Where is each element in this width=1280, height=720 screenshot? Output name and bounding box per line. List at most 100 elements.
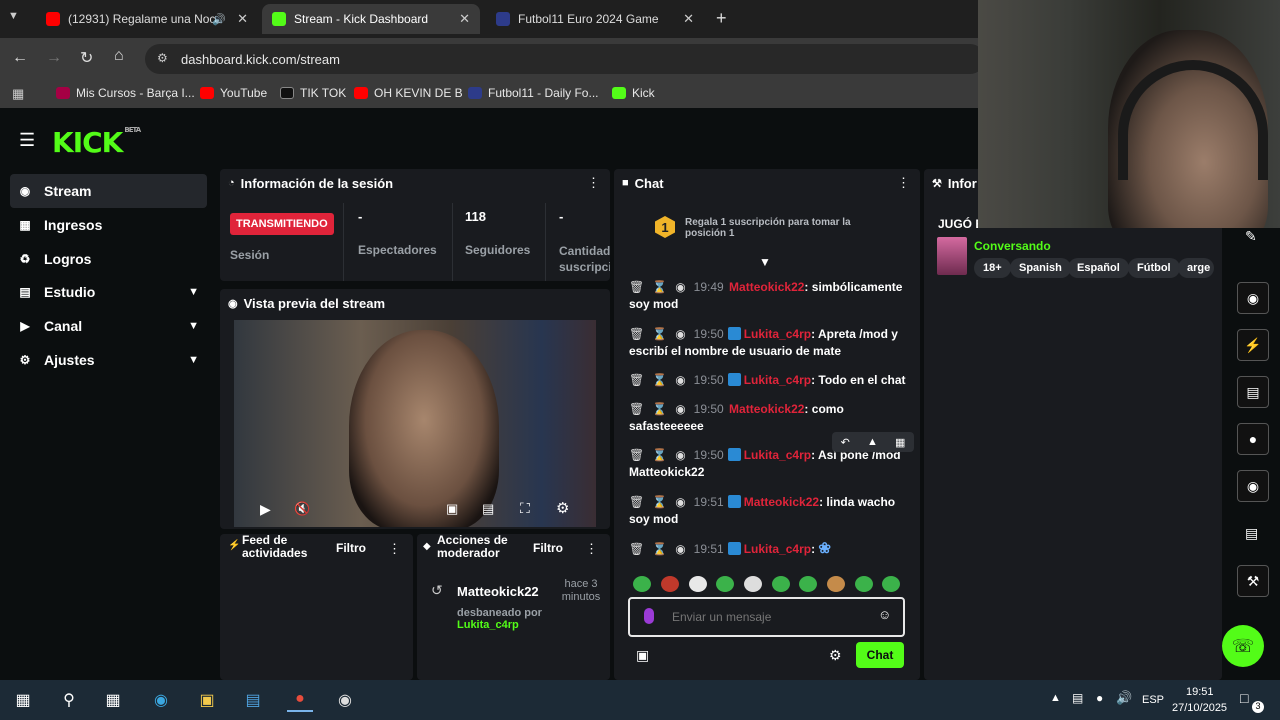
category-link[interactable]: Conversando (974, 239, 1051, 253)
timeout-icon[interactable]: ⌛ (652, 495, 667, 509)
kick-logo[interactable]: KICK BETA (52, 126, 141, 159)
emote-icon[interactable] (882, 576, 900, 592)
emote-icon[interactable] (855, 576, 873, 592)
sidebar-item-ingresos[interactable]: ▦ Ingresos (10, 208, 207, 242)
edge-icon[interactable]: ◉ (148, 688, 174, 712)
layout-icon[interactable]: ▤ (1245, 525, 1258, 542)
video-preview[interactable] (234, 320, 596, 527)
timeout-icon[interactable]: ⌛ (652, 542, 667, 556)
apps-icon[interactable]: ▦ (12, 86, 24, 102)
timeout-icon[interactable]: ⌛ (652, 280, 667, 294)
timeout-icon[interactable]: ⌛ (652, 448, 667, 462)
gift-sub-promo[interactable]: Regala 1 suscripción para tomar la posic… (685, 217, 865, 239)
ban-icon[interactable]: ◉ (675, 373, 685, 387)
language-indicator[interactable]: ESP (1142, 694, 1164, 706)
close-tab-icon[interactable]: ✕ (459, 11, 470, 27)
send-chat-button[interactable]: Chat (856, 642, 904, 668)
delete-icon[interactable]: 🗑 (629, 542, 644, 556)
filter-button[interactable]: Filtro (336, 541, 366, 555)
tab-youtube[interactable]: (12931) Regalame una Noc 🔊 ✕ (36, 4, 258, 34)
kebab-menu-icon[interactable]: ⋮ (897, 175, 910, 191)
windows-start-icon[interactable]: ▦ (10, 688, 36, 712)
tab-menu-button[interactable]: ▼ (8, 10, 19, 22)
store-icon[interactable]: ▣ (636, 647, 649, 664)
chat-popout-button[interactable]: ● (1237, 423, 1269, 455)
bookmark-tiktok[interactable]: TIK TOK (280, 86, 346, 100)
ban-icon[interactable]: ◉ (675, 402, 685, 416)
mod-action-by[interactable]: Lukita_c4rp (457, 619, 519, 631)
volume-icon[interactable]: 🔊 (1116, 690, 1132, 706)
clock-time[interactable]: 19:51 (1186, 686, 1214, 698)
url-field[interactable]: ⚙ dashboard.kick.com/stream (145, 44, 985, 74)
tools-button[interactable]: ⚒ (1237, 565, 1269, 597)
message-field[interactable] (672, 608, 862, 626)
delete-icon[interactable]: ▦ (895, 436, 905, 449)
new-tab-icon[interactable]: + (716, 8, 727, 29)
delete-icon[interactable]: 🗑 (629, 327, 644, 341)
search-icon[interactable]: ⚲ (56, 688, 82, 712)
kebab-menu-icon[interactable]: ⋮ (585, 541, 598, 557)
pip-icon[interactable]: ▣ (446, 501, 458, 517)
task-view-icon[interactable]: ▦ (100, 688, 126, 712)
emote-icon[interactable] (827, 576, 845, 592)
emote-icon[interactable] (799, 576, 817, 592)
chat-input[interactable]: ☺ (628, 597, 905, 637)
bookmark-youtube[interactable]: YouTube (200, 86, 267, 100)
delete-icon[interactable]: 🗑 (629, 373, 644, 387)
mute-icon[interactable]: 🔇 (294, 501, 310, 517)
emote-icon[interactable] (772, 576, 790, 592)
delete-icon[interactable]: 🗑 (629, 495, 644, 509)
sidebar-item-logros[interactable]: ♻ Logros (10, 242, 207, 276)
timeout-icon[interactable]: ⌛ (652, 402, 667, 416)
emote-icon[interactable] (661, 576, 679, 592)
bookmark-kick[interactable]: Kick (612, 86, 655, 100)
reload-icon[interactable]: ↻ (80, 48, 93, 68)
reply-icon[interactable]: ↶ (841, 436, 850, 449)
ban-icon[interactable]: ◉ (675, 448, 685, 462)
emote-icon[interactable] (633, 576, 651, 592)
bookmark-kevin[interactable]: OH KEVIN DE B (354, 86, 463, 100)
store-icon[interactable]: ▤ (240, 688, 266, 712)
emote-icon[interactable] (744, 576, 762, 592)
timeout-icon[interactable]: ⌛ (652, 327, 667, 341)
ban-icon[interactable]: ◉ (675, 327, 685, 341)
filter-button[interactable]: Filtro (533, 541, 563, 555)
chat-message[interactable]: 🗑 ⌛ ◉ 19:50 Lukita_c4rp: Todo en el chat (629, 372, 911, 389)
hamburger-menu-icon[interactable]: ☰ (19, 130, 35, 151)
delete-icon[interactable]: 🗑 (629, 280, 644, 294)
file-explorer-icon[interactable]: ▣ (194, 688, 220, 712)
support-button[interactable]: ☏ (1222, 625, 1264, 667)
obs-icon[interactable]: ◉ (332, 688, 358, 712)
chat-message[interactable]: 🗑 ⌛ ◉ 19:50 Matteokick22: como safasteeeeee (629, 401, 911, 435)
chrome-icon[interactable]: ● (287, 688, 313, 712)
pin-icon[interactable]: ▲ (867, 436, 878, 448)
tab-futbol11[interactable]: Futbol11 Euro 2024 Game ✕ (486, 4, 704, 34)
broadcast-button[interactable]: ◉ (1237, 470, 1269, 502)
timeout-icon[interactable]: ⌛ (652, 373, 667, 387)
fullscreen-icon[interactable]: ⛶ (520, 500, 530, 517)
ban-icon[interactable]: ◉ (675, 542, 685, 556)
emote-icon[interactable] (716, 576, 734, 592)
tray-chevron-icon[interactable]: ▲ (1050, 692, 1061, 704)
delete-icon[interactable]: 🗑 (629, 402, 644, 416)
chat-settings-icon[interactable]: ⚙ (829, 647, 842, 664)
flash-button[interactable]: ⚡ (1237, 329, 1269, 361)
microphone-icon[interactable] (644, 608, 654, 624)
forward-icon[interactable]: → (46, 49, 62, 67)
pinned-collapse-icon[interactable]: ▼ (759, 255, 771, 269)
kebab-menu-icon[interactable]: ⋮ (587, 175, 600, 191)
category-thumbnail[interactable] (937, 237, 967, 275)
close-tab-icon[interactable]: ✕ (683, 11, 694, 27)
network-icon[interactable]: ▤ (1072, 691, 1083, 705)
camera-button[interactable]: ◉ (1237, 282, 1269, 314)
clock-date[interactable]: 27/10/2025 (1172, 702, 1227, 714)
close-tab-icon[interactable]: ✕ (237, 11, 248, 27)
chat-message[interactable]: 🗑 ⌛ ◉ 19:51 Matteokick22: linda wacho soy mo… (629, 494, 911, 528)
notification-icon[interactable]: □ (1240, 690, 1248, 706)
bookmark-futbol11[interactable]: Futbol11 - Daily Fo... (468, 86, 598, 100)
emoji-icon[interactable]: ☺ (878, 607, 891, 622)
sidebar-item-estudio[interactable]: ▤ Estudio ▼ (10, 275, 207, 309)
ban-icon[interactable]: ◉ (675, 280, 685, 294)
edit-icon[interactable]: ✎ (1245, 228, 1257, 245)
notes-button[interactable]: ▤ (1237, 376, 1269, 408)
